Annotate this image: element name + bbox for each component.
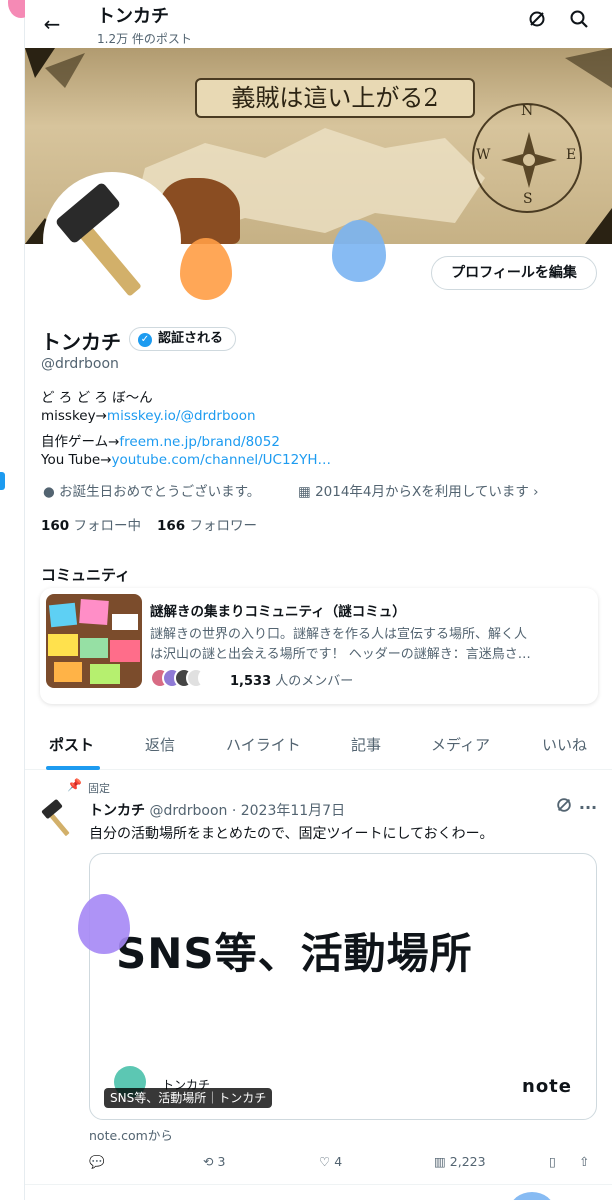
views-icon: ▥ [434,1154,446,1169]
reply-icon: 💬 [89,1154,105,1169]
tweet-author[interactable]: トンカチ [89,803,145,819]
following-label: フォロー中 [73,518,141,534]
back-arrow-icon[interactable]: ← [38,10,66,38]
hammer-small-icon [41,799,70,836]
retweet-count: 3 [217,1154,226,1169]
blue-balloon [332,220,386,282]
following-link[interactable]: 160 フォロー中 [41,514,141,534]
orange-balloon [180,238,232,300]
search-icon[interactable] [565,9,593,37]
tweet-avatar[interactable] [40,798,80,838]
pinned-label: 固定 [88,782,110,795]
retweet-icon: ⟲ [203,1154,214,1169]
community-section-title: コミュニティ [41,566,131,584]
balloon-pin-icon: ● [43,484,55,500]
page-title: トンカチ [97,6,169,27]
birthday-text: お誕生日おめでとうございます。 [59,484,261,500]
followers-link[interactable]: 166 フォロワー [157,514,257,534]
profile-tabs [25,720,612,770]
tab-replies[interactable]: 返信 [145,734,175,755]
tab-posts[interactable]: ポスト [49,734,94,755]
compass-w: W [476,147,491,163]
compass-rose-icon: N E W S [472,103,582,213]
followers-label: フォロワー [189,518,257,534]
tab-media[interactable]: メディア [431,734,490,755]
active-tab-indicator [46,766,100,770]
card-source[interactable]: note.comから [89,1125,173,1144]
share-icon[interactable]: ⇧ [579,1154,589,1169]
profile-avatar[interactable] [43,172,181,310]
compass-e: E [566,147,577,163]
tweet-handle-date[interactable]: @drdrboon · 2023年11月7日 [149,803,345,819]
heart-icon: ♡ [319,1154,331,1169]
bio-misskey-prefix: misskey→ [41,408,107,424]
community-desc-1: 謎解きの世界の入り口。謎解きを作る人は宣伝する場所、解く人 [150,627,528,642]
blue-balloon-bottom [510,1192,554,1200]
verified-check-icon: ✓ [138,333,152,347]
tweet-text: 自分の活動場所をまとめたので、固定ツイートにしておくわー。 [89,826,494,842]
misskey-link[interactable]: misskey.io/@drdrboon [107,408,256,424]
bio-line-4: You Tube→youtube.com/channel/UC12YH… [41,452,331,468]
calendar-icon: ▦ [298,484,311,500]
birthday-row: ● お誕生日おめでとうございます。 [43,480,260,500]
bookmark-icon[interactable]: ▯ [549,1154,556,1169]
post-count: 1.2万 件のポスト [97,32,192,46]
side-indicator [0,472,5,490]
profile-name: トンカチ [41,330,121,354]
verified-label: 認証される [158,331,224,346]
tab-highlights[interactable]: ハイライト [226,734,301,755]
more-icon[interactable]: ··· [574,794,602,822]
get-verified-button[interactable]: ✓ 認証される [129,327,237,351]
bio-youtube-prefix: You Tube→ [41,452,112,468]
tweet-header: トンカチ @drdrboon · 2023年11月7日 [89,800,345,820]
card-title-caption: SNS等、活動場所｜トンカチ [104,1088,273,1108]
joined-row[interactable]: ▦ 2014年4月からXを利用しています › [298,480,539,500]
purple-balloon [78,894,130,954]
retweet-button[interactable]: ⟲ 3 [203,1154,225,1169]
member-count: 1,533 [230,674,272,689]
joined-text: 2014年4月からXを利用しています [315,484,529,500]
note-logo: note [522,1076,572,1097]
tab-likes[interactable]: いいね [542,734,587,755]
followers-count: 166 [157,518,186,534]
community-image [46,594,142,688]
tweet-divider [25,1184,612,1185]
chevron-right-icon: › [533,484,539,500]
profile-handle: @drdrboon [41,356,119,372]
compass-n: N [521,103,534,119]
grok-icon[interactable] [523,9,551,37]
reply-button[interactable]: 💬 [89,1154,105,1170]
card-headline: SNS等、活動場所 [116,929,473,978]
community-name: 謎解きの集まりコミュニティ（謎コミュ） [150,604,406,620]
bio-line-1: ど ろ ど ろ ぼ～ん [41,390,153,406]
community-desc-2: は沢山の謎と出会える場所です！ ヘッダーの謎解き：言迷鳥さ… [150,647,531,662]
member-label: 人のメンバー [275,674,354,689]
edit-profile-button[interactable]: プロフィールを編集 [431,256,597,290]
link-card[interactable]: SNS等、活動場所 トンカチ note SNS等、活動場所｜トンカチ [89,853,597,1120]
bio-game-prefix: 自作ゲーム→ [41,434,120,450]
hammer-icon [56,183,141,296]
views-count: 2,223 [449,1154,486,1169]
tab-articles[interactable]: 記事 [351,734,381,755]
bio-line-2: misskey→misskey.io/@drdrboon [41,408,256,424]
like-count: 4 [334,1154,343,1169]
views-button[interactable]: ▥ 2,223 [434,1154,486,1169]
member-count-row: 1,533 人のメンバー [230,670,353,689]
freem-link[interactable]: freem.ne.jp/brand/8052 [119,434,280,450]
banner-map-title: 義賊は這い上がる2 [195,78,475,118]
like-button[interactable]: ♡ 4 [319,1154,342,1169]
pin-icon: 📌 [67,778,82,792]
youtube-link[interactable]: youtube.com/channel/UC12YH… [112,452,332,468]
following-count: 160 [41,518,70,534]
community-card[interactable]: 謎解きの集まりコミュニティ（謎コミュ） 謎解きの世界の入り口。謎解きを作る人は宣… [40,588,598,704]
bio-line-3: 自作ゲーム→freem.ne.jp/brand/8052 [41,430,280,450]
compass-s: S [523,191,533,207]
